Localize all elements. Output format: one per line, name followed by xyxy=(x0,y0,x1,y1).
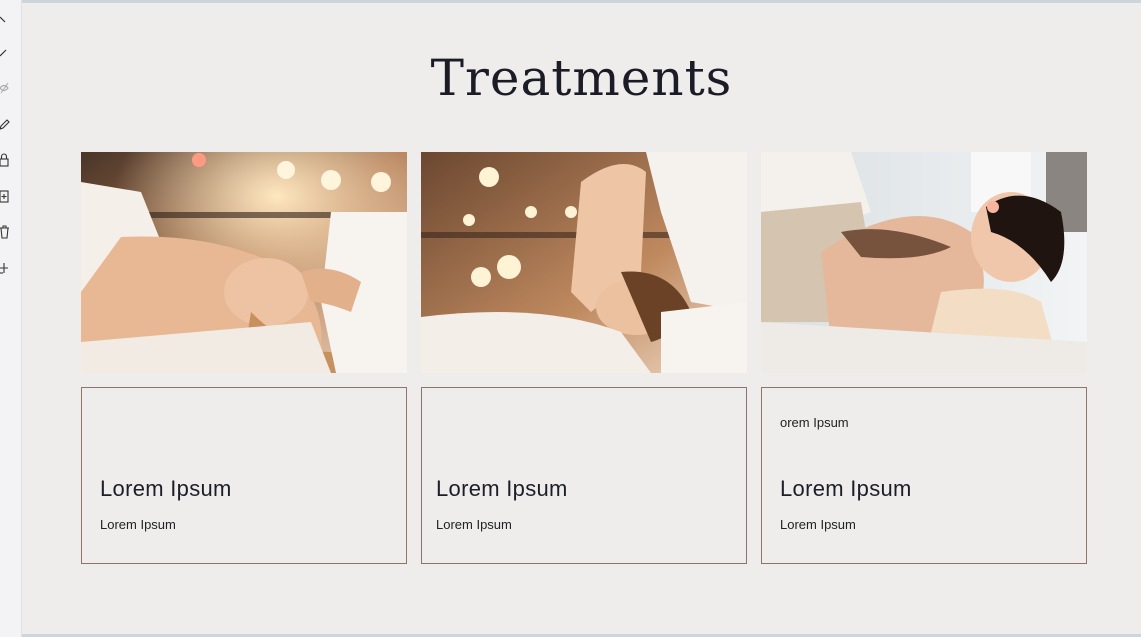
line-icon[interactable] xyxy=(0,46,10,60)
card-heading[interactable]: Lorem Ipsum xyxy=(436,476,568,502)
design-canvas[interactable]: Treatments Lorem Ipsum Lorem Ipsum Lorem… xyxy=(22,0,1141,637)
card-subtext[interactable]: Lorem Ipsum xyxy=(436,517,512,532)
card-top-text[interactable]: orem Ipsum xyxy=(780,415,849,430)
card-3-textbox[interactable]: orem Ipsum Lorem Ipsum Lorem Ipsum xyxy=(761,387,1087,564)
card-heading[interactable]: Lorem Ipsum xyxy=(780,476,912,502)
card-subtext[interactable]: Lorem Ipsum xyxy=(780,517,856,532)
left-toolbar xyxy=(0,0,22,637)
eye-off-icon[interactable] xyxy=(0,82,10,96)
trash-icon[interactable] xyxy=(0,225,10,239)
card-2-textbox[interactable]: Lorem Ipsum Lorem Ipsum xyxy=(421,387,747,564)
add-page-icon[interactable] xyxy=(0,189,10,203)
pencil-icon[interactable] xyxy=(0,118,10,132)
card-heading[interactable]: Lorem Ipsum xyxy=(100,476,232,502)
treatment-image-facial-massage[interactable] xyxy=(81,152,407,373)
add-element-icon[interactable] xyxy=(0,261,10,275)
treatment-image-face-massage[interactable] xyxy=(421,152,747,373)
lock-icon[interactable] xyxy=(0,153,10,167)
chevron-up-icon[interactable] xyxy=(0,12,10,26)
treatment-image-body-scrub[interactable] xyxy=(761,152,1087,373)
card-subtext[interactable]: Lorem Ipsum xyxy=(100,517,176,532)
card-1-textbox[interactable]: Lorem Ipsum Lorem Ipsum xyxy=(81,387,407,564)
editor-app: Treatments Lorem Ipsum Lorem Ipsum Lorem… xyxy=(0,0,1141,637)
section-title[interactable]: Treatments xyxy=(22,49,1141,107)
